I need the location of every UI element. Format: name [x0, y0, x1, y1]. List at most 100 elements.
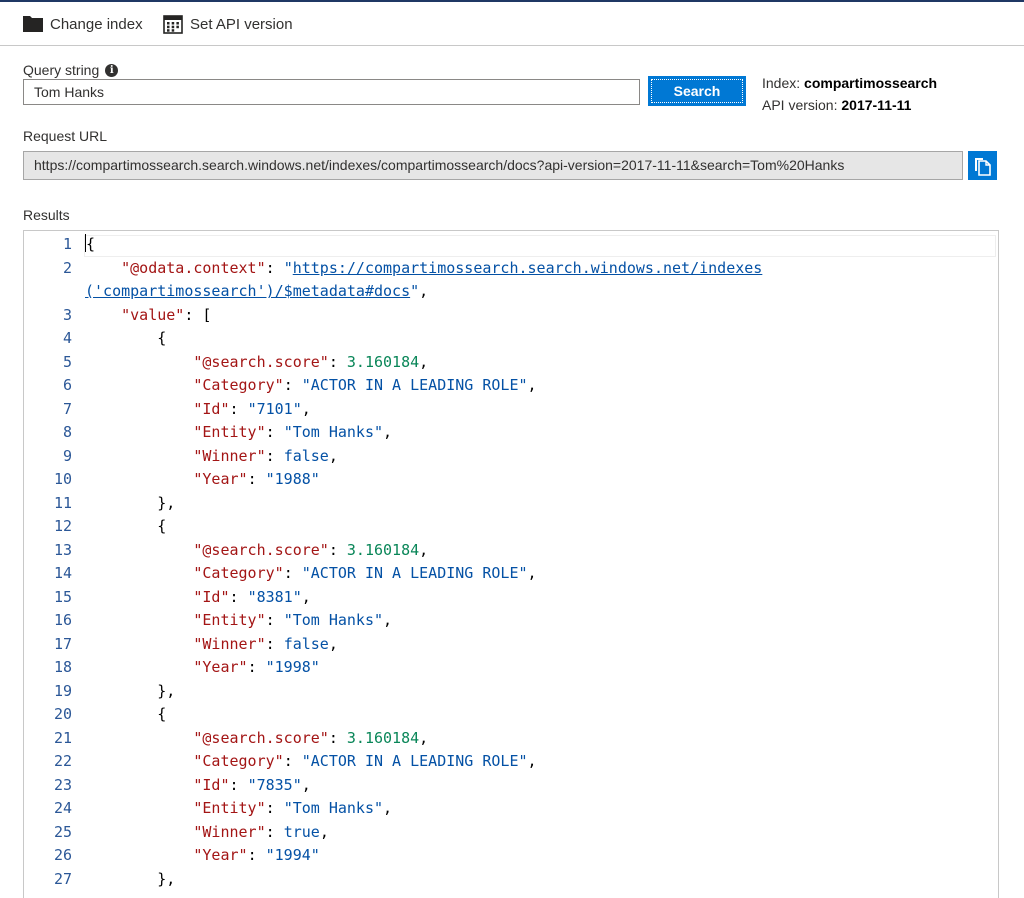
code-line: 26 "Year": "1994" [24, 844, 998, 868]
json-string: "ACTOR IN A LEADING ROLE" [301, 752, 528, 770]
json-key: "Year" [193, 470, 248, 488]
json-key: "Winner" [193, 822, 266, 841]
query-string-input[interactable] [23, 79, 640, 105]
code-line: 24 "Entity": "Tom Hanks", [24, 797, 998, 821]
request-url-field[interactable]: https://compartimossearch.search.windows… [23, 151, 963, 180]
json-key: "@search.score" [193, 540, 329, 559]
code-line: 12 { [24, 515, 998, 539]
api-version-value: 2017-11-11 [841, 97, 912, 113]
request-url-label: Request URL [23, 128, 108, 144]
line-number: 26 [53, 846, 72, 864]
odata-context-link[interactable]: https://compartimossearch.search.windows… [293, 259, 763, 277]
code-line: 10 "Year": "1988" [24, 468, 998, 492]
results-editor[interactable]: 1{ 2 "@odata.context": "https://comparti… [23, 230, 999, 898]
line-number: 22 [53, 752, 72, 770]
code-line: 4 { [24, 327, 998, 351]
json-number: 3.160184 [346, 352, 420, 371]
line-number: 17 [53, 634, 72, 653]
line-number: 11 [53, 493, 72, 512]
code-line: 9 "Winner": false, [24, 445, 998, 469]
line-number: 16 [53, 611, 72, 629]
json-key: "Category" [193, 752, 284, 770]
json-string: "7835" [247, 775, 302, 794]
json-key: "Category" [193, 564, 284, 582]
api-version-label: API version: [762, 97, 838, 113]
results-label: Results [23, 207, 70, 223]
json-boolean: true [283, 822, 320, 841]
code-line: 11 }, [24, 492, 998, 516]
json-string: "1994" [265, 846, 320, 864]
code-line: 27 }, [24, 868, 998, 892]
line-number: 23 [53, 775, 72, 794]
json-string: "1988" [265, 470, 320, 488]
code-line: 20 { [24, 703, 998, 727]
code-line: 23 "Id": "7835", [24, 774, 998, 798]
line-number: 25 [53, 822, 72, 841]
line-number: 5 [62, 352, 72, 371]
folder-icon [23, 16, 43, 32]
json-key: "Id" [193, 775, 230, 794]
index-value: compartimossearch [804, 75, 938, 91]
line-number: 4 [62, 329, 72, 347]
json-boolean: false [283, 634, 329, 653]
search-button[interactable]: Search [648, 76, 746, 106]
odata-context-link-cont[interactable]: ('compartimossearch')/$metadata#docs [85, 282, 410, 300]
json-string: "ACTOR IN A LEADING ROLE" [301, 376, 528, 394]
json-key: "Entity" [193, 799, 266, 817]
json-key: "Winner" [193, 634, 266, 653]
line-number: 20 [53, 705, 72, 723]
json-key: "@odata.context" [121, 258, 266, 277]
toolbar: Change index Set API version [0, 2, 1024, 46]
code-line: 7 "Id": "7101", [24, 398, 998, 422]
json-key: "value" [121, 305, 185, 324]
json-key: "Year" [193, 658, 248, 676]
code-line: 8 "Entity": "Tom Hanks", [24, 421, 998, 445]
change-index-button[interactable]: Change index [23, 12, 143, 36]
line-number: 15 [53, 587, 72, 606]
set-api-version-button[interactable]: Set API version [163, 12, 293, 36]
json-string: "ACTOR IN A LEADING ROLE" [301, 564, 528, 582]
query-string-label: Query string i [23, 62, 119, 78]
json-key: "@search.score" [193, 728, 329, 747]
api-version-info: API version: 2017-11-11 [762, 97, 911, 113]
line-number: 27 [53, 869, 72, 888]
text-caret [85, 234, 86, 252]
line-number: 9 [62, 446, 72, 465]
code-line: 3 "value": [ [24, 304, 998, 328]
json-key: "Id" [193, 587, 230, 606]
json-key: "Entity" [193, 423, 266, 441]
line-number: 7 [62, 399, 72, 418]
line-number: 6 [62, 376, 72, 394]
json-key: "Winner" [193, 446, 266, 465]
code-line: ('compartimossearch')/$metadata#docs", [85, 282, 429, 300]
json-boolean: false [283, 446, 329, 465]
json-string: "7101" [247, 399, 302, 418]
line-number: 12 [53, 517, 72, 535]
code-line: 2 "@odata.context": "https://compartimos… [24, 257, 998, 281]
json-number: 3.160184 [346, 540, 420, 559]
info-icon[interactable]: i [105, 63, 119, 77]
json-key: "Year" [193, 846, 248, 864]
json-string: "8381" [247, 587, 302, 606]
json-string: "Tom Hanks" [283, 423, 384, 441]
code-line: 25 "Winner": true, [24, 821, 998, 845]
code-line: 18 "Year": "1998" [24, 656, 998, 680]
code-line: 6 "Category": "ACTOR IN A LEADING ROLE", [24, 374, 998, 398]
json-string: "Tom Hanks" [283, 799, 384, 817]
code-line: 22 "Category": "ACTOR IN A LEADING ROLE"… [24, 750, 998, 774]
index-label: Index: [762, 75, 801, 91]
code-line: 21 "@search.score": 3.160184, [24, 727, 998, 751]
line-number: 19 [53, 681, 72, 700]
code-line: 13 "@search.score": 3.160184, [24, 539, 998, 563]
line-number: 10 [53, 470, 72, 488]
calendar-icon [163, 14, 183, 34]
line-number: 1 [62, 235, 72, 253]
copy-url-button[interactable] [968, 151, 997, 180]
line-number: 18 [53, 658, 72, 676]
line-number: 8 [62, 423, 72, 441]
json-key: "@search.score" [193, 352, 329, 371]
index-info: Index: compartimossearch [762, 75, 937, 91]
json-key: "Id" [193, 399, 230, 418]
line-number: 14 [53, 564, 72, 582]
code-line: 15 "Id": "8381", [24, 586, 998, 610]
